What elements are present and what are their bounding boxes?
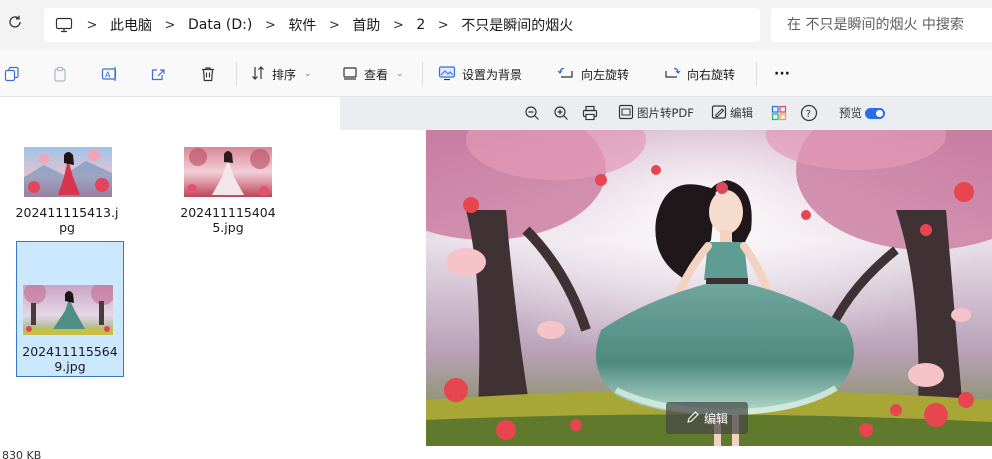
sort-button[interactable]: 排序 ⌄ <box>250 62 312 86</box>
file-list[interactable]: 202411115413.j pg 202411115404 5.jpg 202… <box>0 97 340 459</box>
zoom-in-icon[interactable] <box>553 103 569 123</box>
computer-icon[interactable] <box>54 15 74 35</box>
pdf-icon <box>618 104 634 123</box>
breadcrumb-software[interactable]: 软件 <box>282 15 322 35</box>
zoom-out-icon[interactable] <box>524 103 540 123</box>
set-background-label: 设置为背景 <box>462 67 523 82</box>
paste-icon[interactable] <box>48 62 72 86</box>
file-name: 202411115564 9.jpg <box>17 344 123 374</box>
overlay-edit-button[interactable]: 编辑 <box>666 402 748 434</box>
edit-label: 编辑 <box>730 106 753 120</box>
file-name-line-1: 202411115564 <box>22 344 118 359</box>
preview-toolbar: 图片转PDF 编辑 ? 预览 <box>340 97 992 130</box>
view-icon <box>342 65 358 84</box>
file-item[interactable]: 202411115413.j pg <box>14 147 120 241</box>
svg-text:?: ? <box>806 109 811 120</box>
preview-image: 编辑 <box>426 130 992 446</box>
breadcrumb[interactable]: > 此电脑 > Data (D:) > 软件 > 首助 > 2 > 不只是瞬间的… <box>44 8 760 42</box>
sort-icon <box>250 65 266 84</box>
breadcrumb-shouzhu[interactable]: 首助 <box>346 15 386 35</box>
preview-label: 预览 <box>839 106 862 120</box>
breadcrumb-separator: > <box>328 17 340 33</box>
image-to-pdf-button[interactable]: 图片转PDF <box>618 103 694 123</box>
breadcrumb-this-pc[interactable]: 此电脑 <box>104 15 158 35</box>
toggle-switch[interactable] <box>865 107 885 119</box>
toolbar-divider <box>422 62 423 86</box>
file-name-line-2: 9.jpg <box>54 359 86 374</box>
address-bar-row: > 此电脑 > Data (D:) > 软件 > 首助 > 2 > 不只是瞬间的… <box>0 0 992 50</box>
help-icon[interactable]: ? <box>800 103 818 123</box>
breadcrumb-separator: > <box>264 17 276 33</box>
print-icon[interactable] <box>582 103 598 123</box>
file-thumbnail <box>24 147 112 197</box>
pencil-icon <box>686 410 700 427</box>
file-thumbnail <box>184 147 272 197</box>
rotate-right-button[interactable]: 向右旋转 <box>663 62 735 86</box>
command-bar: A 排序 ⌄ 查看 ⌄ 设置为背景 向左旋转 向右旋转 ··· <box>0 50 992 97</box>
toolbar-divider <box>236 62 237 86</box>
search-input[interactable]: 在 不只是瞬间的烟火 中搜索 <box>771 8 992 42</box>
breadcrumb-current-folder[interactable]: 不只是瞬间的烟火 <box>455 15 579 35</box>
delete-icon[interactable] <box>196 62 220 86</box>
rotate-left-button[interactable]: 向左旋转 <box>557 62 629 86</box>
file-name-line-2: pg <box>59 220 75 235</box>
edit-button[interactable]: 编辑 <box>711 103 753 123</box>
svg-text:A: A <box>105 71 111 80</box>
rename-icon[interactable]: A <box>98 62 122 86</box>
preview-pane: 图片转PDF 编辑 ? 预览 编辑 <box>340 97 992 459</box>
overlay-edit-label: 编辑 <box>703 411 728 426</box>
edit-image-icon <box>711 104 727 123</box>
chevron-down-icon: ⌄ <box>396 69 404 79</box>
breadcrumb-separator: > <box>86 17 98 33</box>
breadcrumb-separator: > <box>164 17 176 33</box>
breadcrumb-2[interactable]: 2 <box>410 17 431 33</box>
breadcrumb-separator: > <box>392 17 404 33</box>
apps-grid-icon[interactable] <box>771 103 787 123</box>
image-to-pdf-label: 图片转PDF <box>637 106 694 120</box>
breadcrumb-data-drive[interactable]: Data (D:) <box>182 17 258 33</box>
sort-label: 排序 <box>272 67 297 82</box>
rotate-left-label: 向左旋转 <box>581 67 630 82</box>
set-background-button[interactable]: 设置为背景 <box>438 62 522 86</box>
rotate-right-icon <box>663 65 681 84</box>
toolbar-divider <box>756 62 757 86</box>
refresh-icon[interactable] <box>4 14 26 36</box>
chevron-down-icon: ⌄ <box>304 69 312 79</box>
copy-icon[interactable] <box>0 62 24 86</box>
share-icon[interactable] <box>146 62 170 86</box>
file-name: 202411115404 5.jpg <box>175 205 281 235</box>
rotate-right-label: 向右旋转 <box>687 67 736 82</box>
view-button[interactable]: 查看 ⌄ <box>342 62 404 86</box>
file-name-line-1: 202411115413.j <box>15 205 119 220</box>
view-label: 查看 <box>364 67 389 82</box>
rotate-left-icon <box>557 65 575 84</box>
more-options-button[interactable]: ··· <box>774 62 790 86</box>
preview-toggle[interactable]: 预览 <box>839 103 885 123</box>
file-item-selected[interactable]: 202411115564 9.jpg <box>16 241 124 377</box>
file-name-line-2: 5.jpg <box>212 220 244 235</box>
wallpaper-icon <box>438 65 456 84</box>
file-thumbnail <box>23 285 113 335</box>
breadcrumb-separator: > <box>437 17 449 33</box>
file-item[interactable]: 202411115404 5.jpg <box>175 147 281 241</box>
file-name: 202411115413.j pg <box>14 205 120 235</box>
file-name-line-1: 202411115404 <box>180 205 276 220</box>
status-file-size: 830 KB <box>2 449 42 459</box>
